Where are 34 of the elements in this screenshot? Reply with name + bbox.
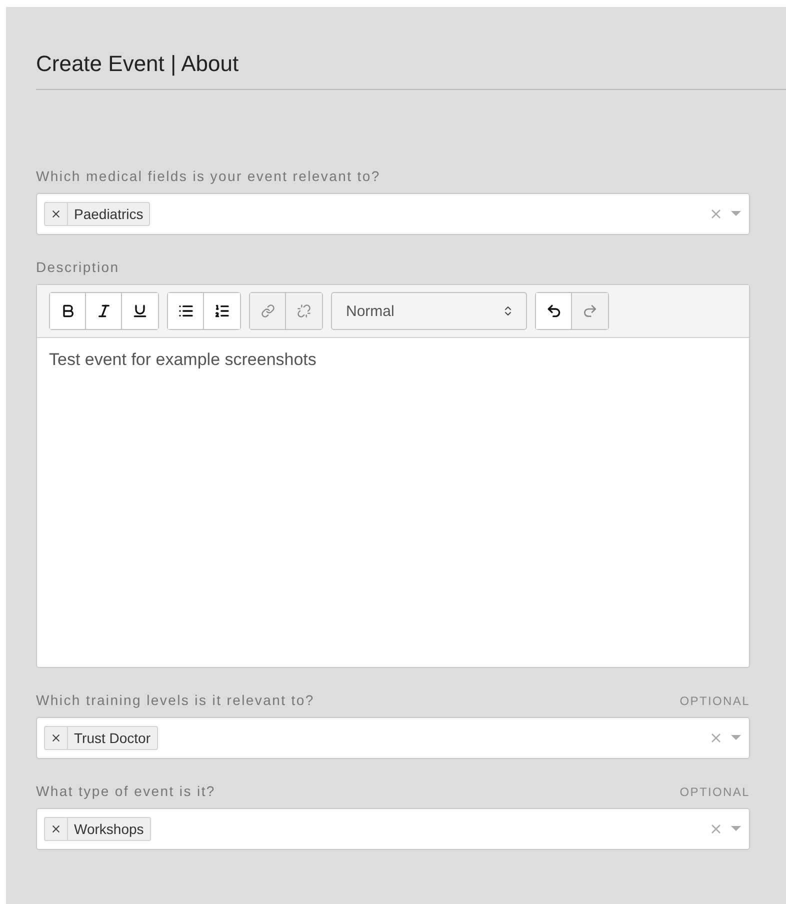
format-dropdown[interactable]: Normal <box>331 292 527 330</box>
link-button[interactable] <box>250 293 286 329</box>
multi-select-field[interactable]: Trust Doctor <box>36 717 750 759</box>
updown-icon <box>502 305 514 317</box>
remove-icon[interactable] <box>52 734 60 742</box>
editor-text[interactable]: Test event for example screenshots <box>37 338 749 382</box>
optional-label: OPTIONAL <box>680 694 750 708</box>
italic-icon <box>96 303 112 319</box>
link-icon <box>260 304 274 318</box>
bullet-list-icon <box>178 303 194 319</box>
tag-label: Paediatrics <box>73 205 144 224</box>
field-label: Which medical fields is your event relevant to? <box>36 168 380 184</box>
bullet-list-button[interactable] <box>168 293 204 329</box>
italic-button[interactable] <box>86 293 122 329</box>
page-title: Create Event | About <box>36 7 786 90</box>
multi-select-field[interactable]: Paediatrics <box>36 193 750 235</box>
bold-button[interactable] <box>50 293 86 329</box>
underline-button[interactable] <box>122 293 158 329</box>
remove-icon[interactable] <box>52 210 60 218</box>
unlink-icon <box>297 304 311 318</box>
tag-label: Trust Doctor <box>73 729 152 748</box>
redo-icon <box>582 303 598 319</box>
numbered-list-button[interactable] <box>204 293 240 329</box>
optional-label: OPTIONAL <box>680 785 750 799</box>
field-label: What type of event is it? <box>36 783 216 799</box>
remove-icon[interactable] <box>52 825 60 833</box>
tag-label: Workshops <box>73 820 145 839</box>
field-label: Description <box>36 259 120 275</box>
numbered-list-icon <box>214 303 230 319</box>
underline-icon <box>132 303 148 319</box>
undo-icon <box>546 303 562 319</box>
multi-select-field[interactable]: Workshops <box>36 808 750 850</box>
field-label: Which training levels is it relevant to? <box>36 692 314 708</box>
undo-button[interactable] <box>536 293 572 329</box>
